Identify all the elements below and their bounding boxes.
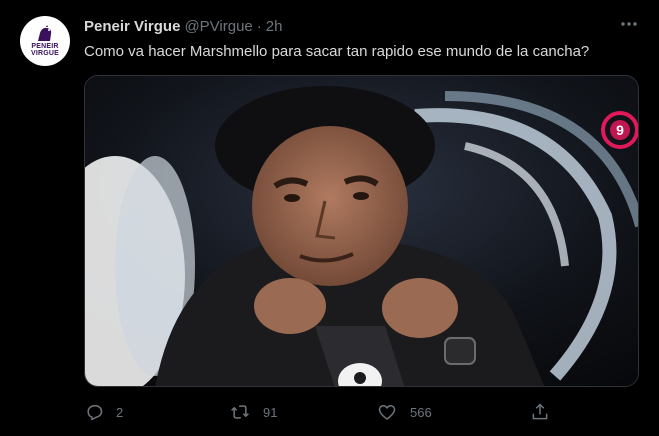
retweet-button[interactable]: 91 bbox=[229, 398, 277, 426]
reply-count: 2 bbox=[116, 404, 124, 420]
more-button[interactable] bbox=[616, 14, 642, 34]
avatar[interactable]: PENEIR VIRGUE bbox=[20, 16, 70, 66]
separator-dot: · bbox=[256, 17, 262, 35]
avatar-text-1: PENEIR bbox=[31, 43, 59, 50]
reply-button[interactable]: 2 bbox=[84, 398, 123, 426]
avatar-logo: PENEIR VIRGUE bbox=[22, 18, 68, 64]
like-count: 566 bbox=[410, 404, 432, 420]
retweet-icon bbox=[231, 405, 249, 419]
like-button[interactable]: 566 bbox=[376, 398, 432, 426]
tweet-media[interactable]: 9 bbox=[84, 75, 639, 387]
author-name[interactable]: Peneir Virgue bbox=[84, 18, 180, 35]
like-icon bbox=[378, 405, 396, 420]
share-icon bbox=[532, 403, 548, 420]
lion-icon bbox=[38, 25, 52, 41]
reply-icon bbox=[87, 405, 103, 421]
tweet-header: Peneir Virgue @PVirgue · 2h bbox=[84, 15, 639, 37]
retweet-count: 91 bbox=[263, 404, 278, 420]
author-handle[interactable]: @PVirgue bbox=[184, 18, 252, 35]
channel-logo-text: 9 bbox=[616, 122, 624, 138]
tweet-text: Como va hacer Marshmello para sacar tan … bbox=[84, 43, 590, 60]
more-icon bbox=[621, 22, 637, 26]
tweet-actions: 2 91 566 bbox=[84, 398, 639, 426]
avatar-text-2: VIRGUE bbox=[30, 50, 60, 57]
video-still-image: 9 bbox=[85, 76, 638, 386]
share-button[interactable] bbox=[530, 398, 550, 426]
tweet-time[interactable]: 2h bbox=[266, 18, 283, 35]
